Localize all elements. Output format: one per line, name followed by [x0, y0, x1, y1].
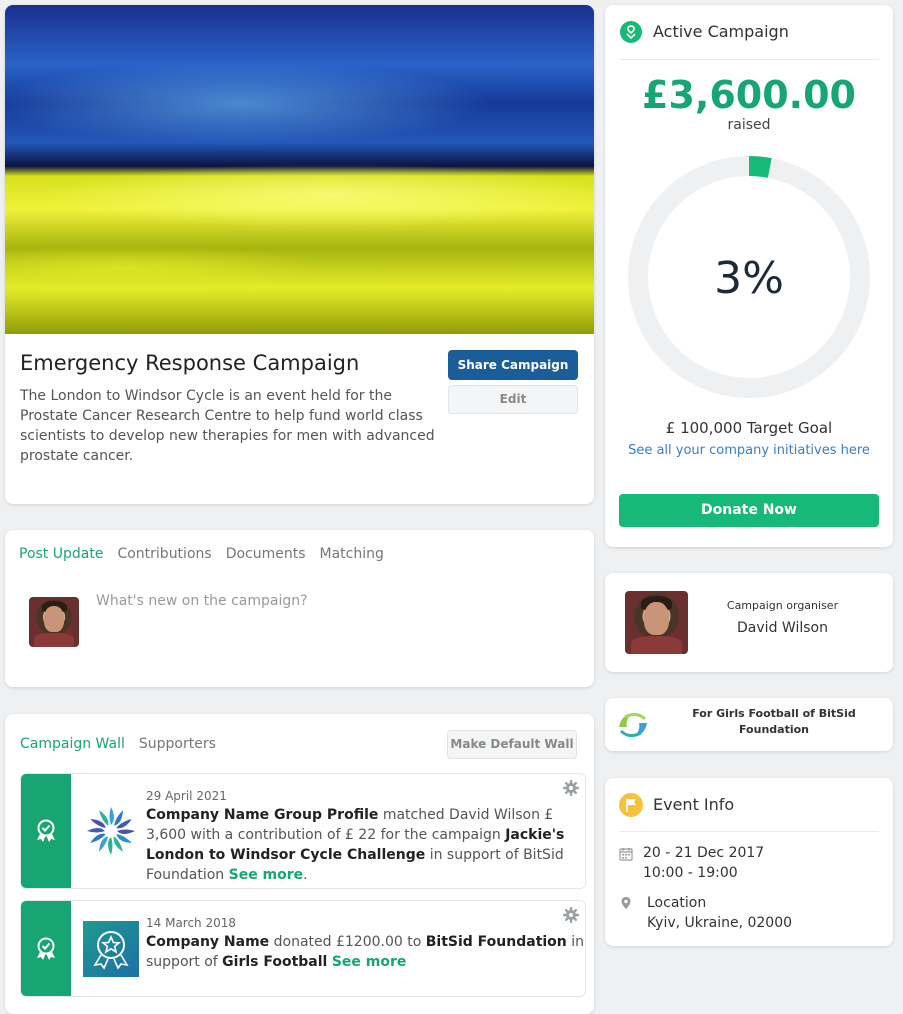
see-all-initiatives-link[interactable]: See all your company initiatives here [605, 443, 893, 458]
organiser-card: Campaign organiser David Wilson [605, 573, 893, 672]
post-update-card: Post Update Contributions Documents Matc… [5, 530, 594, 687]
see-more-link[interactable]: See more [229, 867, 304, 883]
feed-date: 14 March 2018 [146, 916, 237, 930]
event-info-card: Event Info 20 - 21 Dec 2017 10:00 - 19:0… [605, 778, 893, 946]
tab-matching[interactable]: Matching [320, 546, 384, 562]
list-item: 29 April 2021 Company Name Group Profile… [20, 773, 586, 889]
raised-amount: £3,600.00 [642, 73, 856, 117]
avatar [29, 597, 79, 647]
calendar-icon [619, 848, 633, 861]
feed-date: 29 April 2021 [146, 789, 227, 803]
progress-percent: 3% [714, 253, 784, 304]
location-label: Location [647, 895, 707, 911]
organiser-avatar[interactable] [625, 591, 688, 654]
campaign-header-card: Emergency Response Campaign The London t… [5, 5, 594, 504]
campaign-title: Emergency Response Campaign [20, 351, 360, 375]
campaign-cover-image [5, 5, 594, 334]
foundation-logo-icon [619, 712, 647, 738]
post-tabs: Post Update Contributions Documents Matc… [19, 546, 384, 562]
feed-cause-link[interactable]: Girls Football [222, 954, 327, 970]
feed-org-link[interactable]: BitSid Foundation [426, 934, 567, 950]
event-dates: 20 - 21 Dec 2017 [643, 845, 765, 861]
organiser-label: Campaign organiser [726, 599, 839, 612]
award-logo-icon [83, 921, 139, 977]
event-times: 10:00 - 19:00 [643, 865, 738, 881]
feed-stripe [21, 774, 71, 888]
foundation-name[interactable]: For Girls Football of BitSid Foundation [679, 706, 869, 738]
tab-post-update[interactable]: Post Update [19, 546, 103, 562]
feed-actor-link[interactable]: Company Name [146, 934, 269, 950]
tab-campaign-wall[interactable]: Campaign Wall [20, 736, 125, 752]
tab-contributions[interactable]: Contributions [117, 546, 211, 562]
campaign-wall-card: Campaign Wall Supporters Make Default Wa… [5, 714, 594, 1014]
raised-label: raised [727, 117, 771, 133]
see-more-link[interactable]: See more [332, 954, 407, 970]
event-info-title: Event Info [653, 795, 735, 814]
campaign-icon [620, 21, 642, 43]
tab-supporters[interactable]: Supporters [139, 736, 216, 752]
event-location: Kyiv, Ukraine, 02000 [647, 915, 793, 931]
foundation-card: For Girls Football of BitSid Foundation [605, 698, 893, 751]
award-badge-icon [37, 937, 55, 960]
company-logo-icon [87, 807, 135, 855]
target-goal: £ 100,000 Target Goal [665, 419, 833, 437]
feed-text: Company Name donated £1200.00 to BitSid … [146, 934, 584, 970]
feed-stripe [21, 901, 71, 996]
organiser-name[interactable]: David Wilson [695, 620, 870, 636]
share-campaign-button[interactable]: Share Campaign [448, 350, 578, 380]
award-badge-icon [37, 819, 55, 842]
gear-icon[interactable] [563, 907, 579, 923]
tab-documents[interactable]: Documents [226, 546, 306, 562]
location-pin-icon [621, 897, 631, 909]
gear-icon[interactable] [563, 780, 579, 796]
post-update-input[interactable]: What's new on the campaign? [96, 593, 308, 609]
make-default-wall-button[interactable]: Make Default Wall [447, 730, 577, 759]
campaign-description: The London to Windsor Cycle is an event … [20, 388, 435, 464]
list-item: 14 March 2018 Company Name donated £1200… [20, 900, 586, 997]
feed-text: Company Name Group Profile matched David… [146, 807, 565, 883]
donate-now-button[interactable]: Donate Now [619, 494, 879, 527]
edit-button[interactable]: Edit [448, 385, 578, 414]
divider [619, 831, 879, 832]
divider [619, 59, 879, 60]
active-campaign-title: Active Campaign [653, 22, 789, 41]
active-campaign-card: Active Campaign £3,600.00 raised 3% £ 10… [605, 5, 893, 547]
feed-actor-link[interactable]: Company Name Group Profile [146, 807, 378, 823]
flag-icon [619, 793, 643, 817]
wall-tabs: Campaign Wall Supporters [20, 736, 216, 752]
